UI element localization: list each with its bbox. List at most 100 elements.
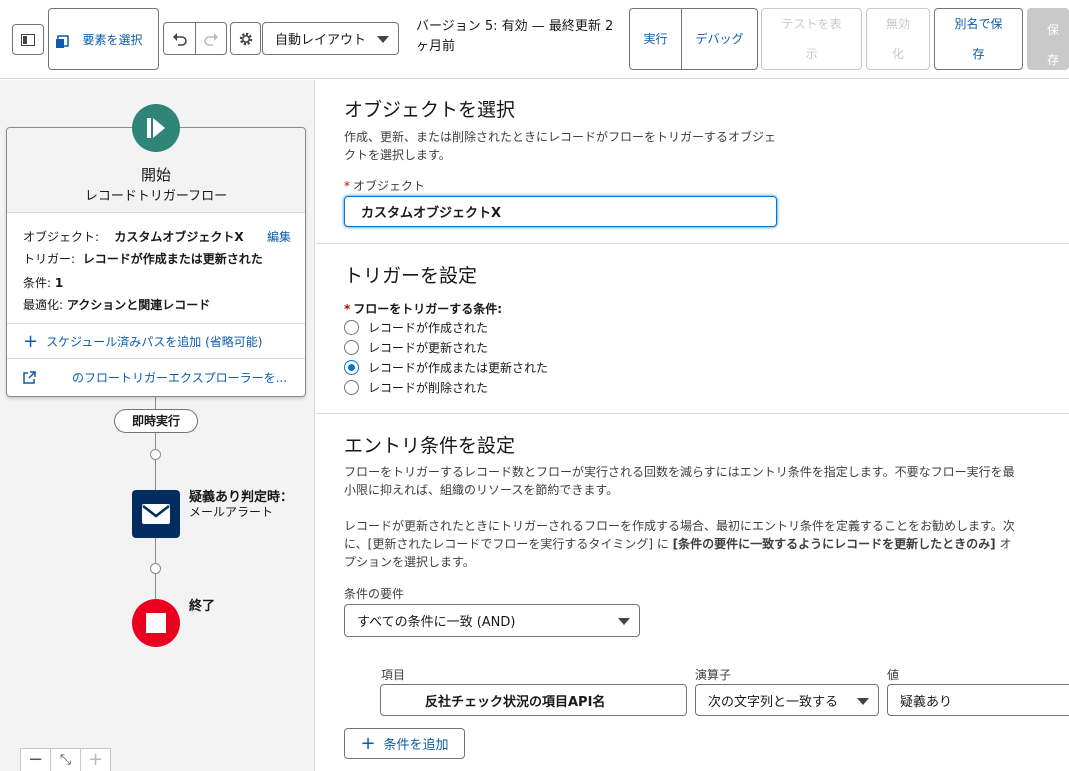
object-info-value: カスタムオブジェクトX xyxy=(114,230,244,244)
add-condition-label: 条件を追加 xyxy=(383,738,449,753)
immediate-run-path[interactable]: 即時実行 xyxy=(114,409,198,433)
value-column-label: 値 xyxy=(887,668,900,682)
description-line: レコードが更新されたときにトリガーされるフローを作成する場合、最初にエントリ条件… xyxy=(344,519,1015,533)
condition-operator-select[interactable]: 次の文字列と一致する xyxy=(695,684,879,716)
connector-line xyxy=(155,433,156,490)
section-divider xyxy=(316,243,1069,244)
trigger-section-title: トリガーを設定 xyxy=(344,265,478,287)
radio-label: レコードが削除された xyxy=(368,381,489,395)
add-element-dot[interactable] xyxy=(150,449,161,460)
zoom-out-button[interactable]: − xyxy=(20,748,51,771)
settings-button[interactable] xyxy=(230,22,261,55)
trigger-option-created-or-updated[interactable]: レコードが作成または更新された xyxy=(344,359,548,376)
description-line: プションを選択します。 xyxy=(344,555,475,569)
radio-button[interactable] xyxy=(344,320,359,335)
start-node-card[interactable]: 開始 レコードトリガーフロー オブジェクト: カスタムオブジェクトX 編集 トリ… xyxy=(6,127,306,397)
requirement-select[interactable]: すべての条件に一致 (AND) xyxy=(344,604,640,637)
required-marker: * xyxy=(344,179,350,193)
condition-value-input[interactable]: 疑義あり xyxy=(887,684,1069,716)
operator-column-label: 演算子 xyxy=(695,668,732,682)
start-node-icon[interactable] xyxy=(132,104,180,152)
card-divider xyxy=(7,323,305,324)
description-bold: [条件の要件に一致するようにレコードを更新したときのみ] xyxy=(672,537,996,551)
plus-icon: + xyxy=(360,732,376,754)
connector-line xyxy=(155,397,156,409)
add-element-dot[interactable] xyxy=(150,563,161,574)
condition-operator-value: 次の文字列と一致する xyxy=(708,694,839,710)
condition-field-input[interactable]: 反社チェック状況の項目API名 xyxy=(380,684,687,716)
required-marker: * xyxy=(344,302,351,316)
toggle-panel-button[interactable] xyxy=(12,24,44,55)
trigger-explorer-link[interactable]: のフロートリガーエクスプローラーを... xyxy=(23,369,287,386)
debug-button[interactable]: デバッグ xyxy=(681,8,758,70)
condition-info: 条件: 1 xyxy=(23,274,63,291)
save-label: 保存 xyxy=(1047,23,1060,67)
trigger-option-deleted[interactable]: レコードが削除された xyxy=(344,379,488,396)
add-scheduled-path-link[interactable]: + スケジュール済みパスを追加 (省略可能) xyxy=(23,330,263,352)
description-text: オ xyxy=(995,537,1012,551)
email-alert-subtitle: メールアラート xyxy=(189,505,274,519)
deactivate-button[interactable]: 無効化 xyxy=(866,8,930,70)
layout-select-value: 自動レイアウト xyxy=(275,33,367,48)
stop-icon xyxy=(146,613,166,633)
zoom-fit-button[interactable]: ⤡ xyxy=(50,748,81,771)
trigger-info-value: レコードが作成または更新された xyxy=(82,252,263,266)
run-label: 実行 xyxy=(643,32,668,46)
object-field-label-text: オブジェクト xyxy=(353,179,426,193)
add-scheduled-path-label: スケジュール済みパスを追加 (省略可能) xyxy=(46,335,263,349)
trigger-option-created[interactable]: レコードが作成された xyxy=(344,319,488,336)
debug-label: デバッグ xyxy=(695,32,744,46)
show-test-button[interactable]: テストを表示 xyxy=(761,8,862,70)
edit-link[interactable]: 編集 xyxy=(267,228,291,245)
condition-value-text: 疑義あり xyxy=(900,694,953,710)
radio-button[interactable] xyxy=(344,340,359,355)
description-line: クトを選択します。 xyxy=(344,148,451,162)
condition-info-label: 条件: xyxy=(23,276,52,290)
condition-field-value: 反社チェック状況の項目API名 xyxy=(425,694,606,710)
optimize-info-value: アクションと関連レコード xyxy=(66,298,211,312)
undo-button[interactable] xyxy=(163,22,196,55)
version-status: バージョン 5: 有効 — 最終更新 2ヶ月前 xyxy=(416,19,614,54)
flow-canvas[interactable]: 開始 レコードトリガーフロー オブジェクト: カスタムオブジェクトX 編集 トリ… xyxy=(0,80,315,771)
requirement-select-value: すべての条件に一致 (AND) xyxy=(357,615,516,630)
section-divider xyxy=(316,413,1069,414)
optimize-info-label: 最適化: xyxy=(23,298,64,312)
gear-icon xyxy=(239,32,252,45)
add-condition-button[interactable]: + 条件を追加 xyxy=(344,728,465,759)
chevron-down-icon xyxy=(377,36,389,43)
save-as-button[interactable]: 別名で保存 xyxy=(934,8,1023,70)
object-input-value: カスタムオブジェクトX xyxy=(361,206,502,221)
trigger-option-updated[interactable]: レコードが更新された xyxy=(344,339,488,356)
chevron-down-icon xyxy=(857,698,869,705)
email-alert-node[interactable] xyxy=(132,490,180,538)
trigger-explorer-label: のフロートリガーエクスプローラーを... xyxy=(72,371,288,385)
zoom-in-button[interactable]: + xyxy=(80,748,111,771)
radio-button-selected[interactable] xyxy=(344,360,359,375)
select-element-label: 要素を選択 xyxy=(82,33,143,47)
envelope-icon xyxy=(142,504,170,524)
play-icon xyxy=(147,118,165,138)
trigger-condition-label: * フローをトリガーする条件: xyxy=(344,300,502,317)
run-button[interactable]: 実行 xyxy=(629,8,682,70)
start-node-title: 開始 xyxy=(140,166,171,184)
end-node-label: 終了 xyxy=(189,599,216,614)
layout-select[interactable]: 自動レイアウト xyxy=(262,22,399,55)
end-node[interactable] xyxy=(132,599,180,647)
save-button[interactable]: 保存 xyxy=(1027,8,1069,70)
toolbar: 要素を選択 自動レイアウト バージョン 5: 有効 — 最終更新 2ヶ月前 実行… xyxy=(0,0,1069,79)
radio-button[interactable] xyxy=(344,380,359,395)
radio-label: レコードが作成された xyxy=(368,321,489,335)
condition-info-value: 1 xyxy=(54,276,64,290)
trigger-info-label: トリガー: xyxy=(23,252,76,266)
object-input[interactable]: カスタムオブジェクトX xyxy=(344,196,777,227)
object-field-label: * オブジェクト xyxy=(344,177,425,194)
plus-icon: + xyxy=(23,330,39,352)
redo-button[interactable] xyxy=(195,22,227,55)
chevron-down-icon xyxy=(618,618,630,625)
object-section-description: 作成、更新、または削除されたときにレコードがフローをトリガーするオブジェ クトを… xyxy=(344,128,776,164)
select-element-button[interactable]: 要素を選択 xyxy=(48,8,159,70)
trigger-condition-label-text: フローをトリガーする条件: xyxy=(353,302,503,316)
save-as-label: 別名で保存 xyxy=(954,17,1003,61)
entry-section-title: エントリ条件を設定 xyxy=(344,435,516,457)
field-column-label: 項目 xyxy=(381,668,406,682)
